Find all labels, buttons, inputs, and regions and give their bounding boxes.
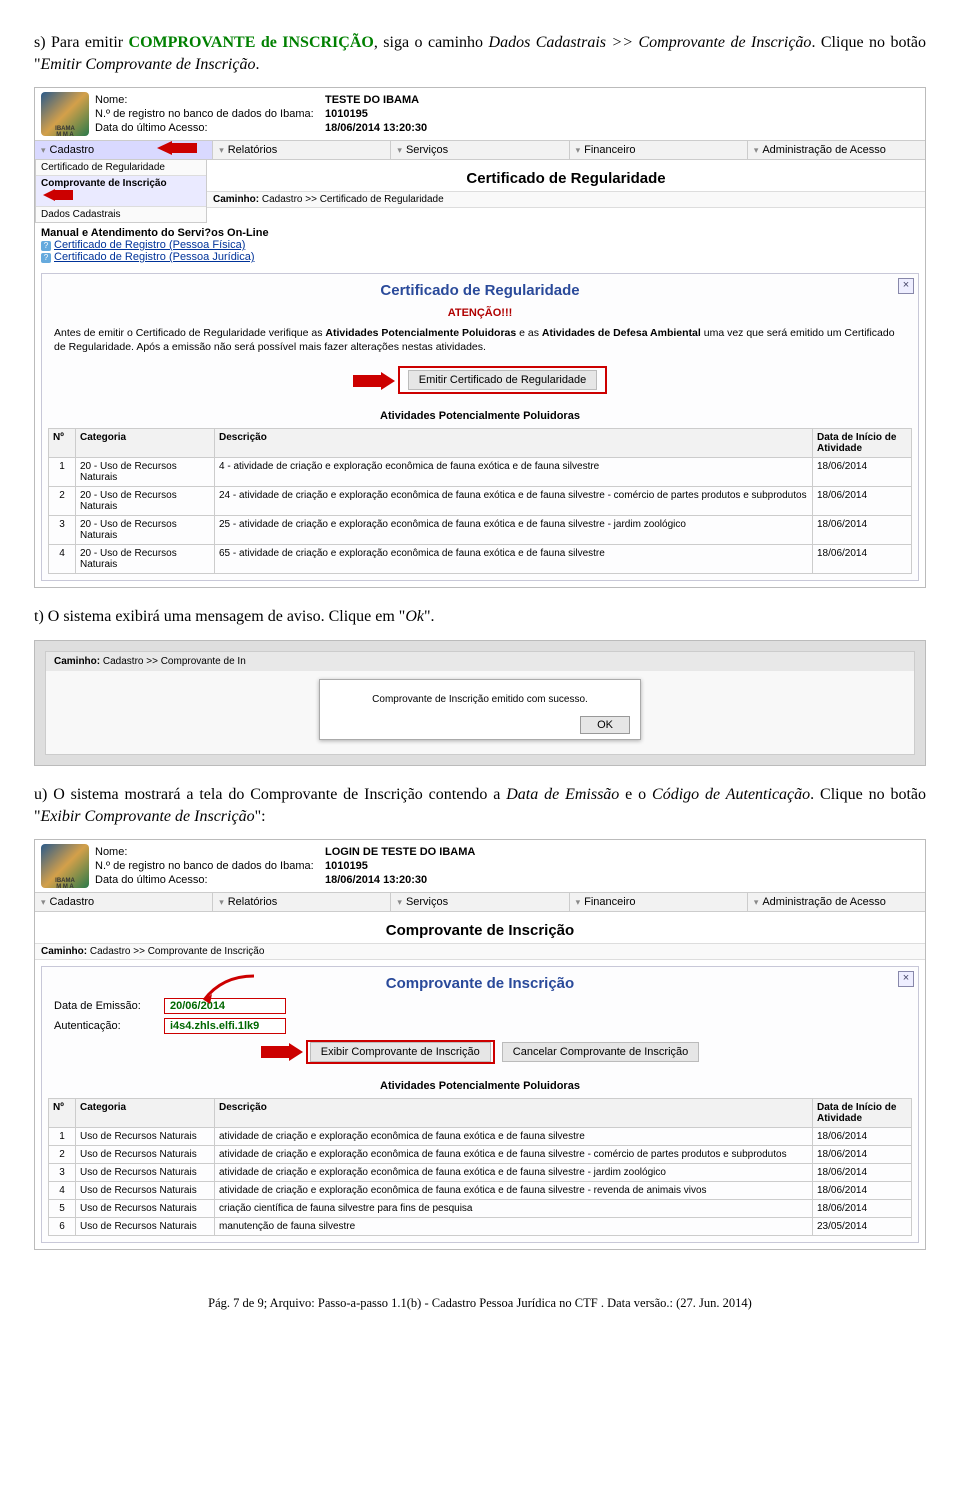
breadcrumb: Caminho: Cadastro >> Certificado de Regu… — [207, 191, 925, 208]
breadcrumb: Caminho: Cadastro >> Comprovante de In — [46, 652, 914, 671]
screenshot-2: Nome:LOGIN DE TESTE DO IBAMA N.º de regi… — [34, 839, 926, 1250]
emitir-certificado-button[interactable]: Emitir Certificado de Regularidade — [408, 370, 598, 390]
ativ-poluidoras-title: Atividades Potencialmente Poluidoras — [42, 404, 918, 428]
link-cert-pj[interactable]: Certificado de Registro (Pessoa Jurídica… — [54, 251, 255, 263]
page-title: Comprovante de Inscrição — [35, 912, 925, 943]
registro-label: N.º de registro no banco de dados do Iba… — [95, 108, 325, 120]
atividades-table: Nº Categoria Descrição Data de Início de… — [48, 428, 912, 574]
th-no: Nº — [49, 1099, 76, 1128]
ativ-poluidoras-title: Atividades Potencialmente Poluidoras — [42, 1074, 918, 1098]
instruction-s: s) Para emitir COMPROVANTE de INSCRIÇÃO,… — [34, 32, 926, 75]
page-footer: Pág. 7 de 9; Arquivo: Passo-a-passo 1.1(… — [34, 1268, 926, 1311]
chevron-down-icon: ▾ — [219, 897, 224, 907]
chevron-down-icon: ▾ — [397, 145, 402, 155]
nome-label: Nome: — [95, 846, 325, 858]
submenu-dados-cadastrais[interactable]: Dados Cadastrais — [36, 207, 206, 222]
submenu-comprovante-inscricao[interactable]: Comprovante de Inscrição — [36, 176, 206, 207]
table-row: 220 - Uso de Recursos Naturais24 - ativi… — [49, 487, 912, 516]
close-icon[interactable]: × — [898, 971, 914, 987]
table-row: 3Uso de Recursos Naturaisatividade de cr… — [49, 1164, 912, 1182]
instruction-t: t) O sistema exibirá uma mensagem de avi… — [34, 606, 926, 628]
instruction-u: u) O sistema mostrará a tela do Comprova… — [34, 784, 926, 827]
registro-value: 1010195 — [325, 860, 368, 872]
tab-relatorios[interactable]: ▾Relatórios — [213, 893, 391, 911]
success-dialog: Comprovante de Inscrição emitido com suc… — [319, 679, 641, 740]
screenshot-1: Nome:TESTE DO IBAMA N.º de registro no b… — [34, 87, 926, 588]
table-row: 420 - Uso de Recursos Naturais65 - ativi… — [49, 545, 912, 574]
th-data-inicio: Data de Início de Atividade — [813, 429, 912, 458]
th-descricao: Descrição — [215, 1099, 813, 1128]
nome-label: Nome: — [95, 94, 325, 106]
dialog-message: Comprovante de Inscrição emitido com suc… — [330, 694, 630, 705]
date-label: Data do último Acesso: — [95, 874, 325, 886]
screenshot-dialog: Caminho: Cadastro >> Comprovante de In C… — [34, 640, 926, 766]
th-no: Nº — [49, 429, 76, 458]
panel-title: Comprovante de Inscrição — [42, 967, 918, 996]
tab-bar: ▾Cadastro ▾Relatórios ▾Serviços ▾Finance… — [35, 892, 925, 912]
red-arrow-icon — [353, 374, 395, 386]
th-data-inicio: Data de Início de Atividade — [813, 1099, 912, 1128]
submenu-cert-regularidade[interactable]: Certificado de Regularidade — [36, 160, 206, 176]
link-cert-pf[interactable]: Certificado de Registro (Pessoa Física) — [54, 239, 245, 251]
help-icon: ? — [41, 253, 51, 263]
registro-label: N.º de registro no banco de dados do Iba… — [95, 860, 325, 872]
tab-servicos[interactable]: ▾Serviços — [391, 893, 569, 911]
date-value: 18/06/2014 13:20:30 — [325, 874, 427, 886]
tab-financeiro[interactable]: ▾Financeiro — [570, 893, 748, 911]
chevron-down-icon: ▾ — [219, 145, 224, 155]
cancelar-comprovante-button[interactable]: Cancelar Comprovante de Inscrição — [502, 1042, 699, 1062]
manual-label: Manual e Atendimento do Servi?os On-Line — [41, 227, 919, 239]
help-icon: ? — [41, 241, 51, 251]
nome-value: LOGIN DE TESTE DO IBAMA — [325, 846, 475, 858]
table-row: 120 - Uso de Recursos Naturais4 - ativid… — [49, 458, 912, 487]
table-row: 5Uso de Recursos Naturaiscriação científ… — [49, 1200, 912, 1218]
comprovante-panel: × Comprovante de Inscrição Data de Emiss… — [41, 966, 919, 1243]
red-curved-arrow-icon — [192, 972, 262, 1012]
date-label: Data do último Acesso: — [95, 122, 325, 134]
table-row: 6Uso de Recursos Naturaismanutenção de f… — [49, 1218, 912, 1236]
table-row: 4Uso de Recursos Naturaisatividade de cr… — [49, 1182, 912, 1200]
red-arrow-icon — [261, 1046, 303, 1058]
th-categoria: Categoria — [76, 429, 215, 458]
emissao-label: Data de Emissão: — [54, 1000, 164, 1012]
chevron-down-icon: ▾ — [576, 897, 581, 907]
red-arrow-icon — [157, 141, 197, 158]
close-icon[interactable]: × — [898, 278, 914, 294]
auth-label: Autenticação: — [54, 1020, 164, 1032]
tab-cadastro[interactable]: ▾Cadastro — [35, 893, 213, 911]
breadcrumb: Caminho: Cadastro >> Comprovante de Insc… — [35, 943, 925, 960]
chevron-down-icon: ▾ — [41, 145, 46, 155]
chevron-down-icon: ▾ — [754, 145, 759, 155]
chevron-down-icon: ▾ — [576, 145, 581, 155]
tab-financeiro[interactable]: ▾Financeiro — [570, 141, 748, 159]
nome-value: TESTE DO IBAMA — [325, 94, 419, 106]
ok-button[interactable]: OK — [580, 716, 630, 734]
ibama-logo-icon — [41, 844, 89, 888]
chevron-down-icon: ▾ — [754, 897, 759, 907]
chevron-down-icon: ▾ — [41, 897, 46, 907]
exibir-comprovante-button[interactable]: Exibir Comprovante de Inscrição — [310, 1042, 491, 1062]
tab-admin-acesso[interactable]: ▾Administração de Acesso — [748, 141, 925, 159]
tab-admin-acesso[interactable]: ▾Administração de Acesso — [748, 893, 925, 911]
submenu: Certificado de Regularidade Comprovante … — [35, 159, 207, 223]
table-row: 320 - Uso de Recursos Naturais25 - ativi… — [49, 516, 912, 545]
red-arrow-icon — [43, 189, 73, 204]
th-descricao: Descrição — [215, 429, 813, 458]
chevron-down-icon: ▾ — [397, 897, 402, 907]
warning-text: Antes de emitir o Certificado de Regular… — [42, 325, 918, 362]
page-title: Certificado de Regularidade — [207, 160, 925, 191]
registro-value: 1010195 — [325, 108, 368, 120]
atividades-table: Nº Categoria Descrição Data de Início de… — [48, 1098, 912, 1236]
th-categoria: Categoria — [76, 1099, 215, 1128]
auth-value: i4s4.zhls.elfi.1lk9 — [164, 1018, 286, 1034]
tab-relatorios[interactable]: ▾Relatórios — [213, 141, 391, 159]
cert-regularidade-panel: × Certificado de Regularidade ATENÇÃO!!!… — [41, 273, 919, 581]
panel-title: Certificado de Regularidade — [42, 274, 918, 303]
date-value: 18/06/2014 13:20:30 — [325, 122, 427, 134]
attention-label: ATENÇÃO!!! — [42, 303, 918, 325]
table-row: 1Uso de Recursos Naturaisatividade de cr… — [49, 1128, 912, 1146]
ibama-logo-icon — [41, 92, 89, 136]
tab-servicos[interactable]: ▾Serviços — [391, 141, 569, 159]
table-row: 2Uso de Recursos Naturaisatividade de cr… — [49, 1146, 912, 1164]
